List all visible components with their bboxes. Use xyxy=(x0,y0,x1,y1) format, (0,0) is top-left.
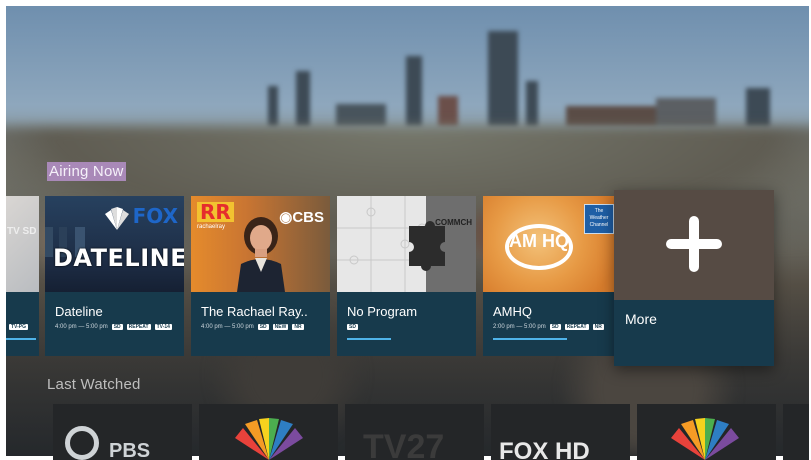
rachael-ray-small-text: rachaelray xyxy=(197,224,226,230)
badge-rating: NR xyxy=(292,324,304,330)
card-info: TV-PG xyxy=(6,292,39,356)
more-button[interactable]: More xyxy=(614,190,774,366)
last-watched-tile-nbc-2[interactable] xyxy=(637,404,776,460)
program-card-dateline[interactable]: FOX DATELINE Dateline 4:00 pm — 5:00 pm … xyxy=(45,196,184,356)
card-info: The Rachael Ray.. 4:00 pm — 5:00 pm SD N… xyxy=(191,292,330,356)
host-photo xyxy=(237,217,285,292)
progress-bar xyxy=(347,338,391,340)
channel-name: PBS xyxy=(109,440,151,460)
program-thumbnail: TV SD xyxy=(6,196,39,292)
badge-status: REPEAT xyxy=(564,324,589,330)
card-info: Dateline 4:00 pm — 5:00 pm SD REPEAT TV-… xyxy=(45,292,184,356)
card-meta: 2:00 pm — 5:00 pm SD REPEAT NR xyxy=(493,324,604,330)
airing-now-title: Airing Now xyxy=(47,162,126,181)
program-card-no-program[interactable]: COMMCH No Program SD xyxy=(337,196,476,356)
amhq-logo: AM HQ xyxy=(505,224,573,270)
progress-bar xyxy=(493,338,567,340)
program-card-partial[interactable]: TV SD TV-PG xyxy=(6,196,39,356)
last-watched-tile-fox[interactable]: FOX HD xyxy=(491,404,630,460)
channel-name: FOX HD xyxy=(499,438,590,460)
badge-quality: SD xyxy=(257,324,269,330)
program-thumbnail: FOX DATELINE xyxy=(45,196,184,292)
dateline-logo-text: DATELINE xyxy=(53,244,184,272)
card-time: 2:00 pm — 5:00 pm xyxy=(493,324,546,330)
more-thumbnail xyxy=(614,190,774,300)
card-meta: 4:00 pm — 5:00 pm SD NEW NR xyxy=(201,324,304,330)
last-watched-title: Last Watched xyxy=(47,376,141,393)
plus-icon-vertical xyxy=(689,216,699,272)
badge-status: REPEAT xyxy=(126,324,151,330)
card-time: 4:00 pm — 5:00 pm xyxy=(55,324,108,330)
card-title: AMHQ xyxy=(493,304,532,319)
badge-quality: SD xyxy=(347,324,358,330)
badge-quality: SD xyxy=(111,324,123,330)
program-thumbnail: RR rachaelray ◉CBS xyxy=(191,196,330,292)
card-title: No Program xyxy=(347,304,418,319)
nbc-peacock-icon xyxy=(105,207,129,230)
puzzle-graphic xyxy=(337,196,476,292)
last-watched-tile-nbc[interactable] xyxy=(199,404,338,460)
weather-channel-logo: The Weather Channel xyxy=(584,204,614,234)
nbc-peacock-icon xyxy=(235,418,303,460)
card-info: No Program SD xyxy=(337,292,476,356)
program-card-rachael-ray[interactable]: RR rachaelray ◉CBS The Rachael Ray.. 4:0… xyxy=(191,196,330,356)
channel-name: TV27 xyxy=(363,428,445,460)
badge-rating: NR xyxy=(592,324,604,330)
progress-bar xyxy=(6,338,36,340)
fox-logo: FOX xyxy=(132,204,178,228)
more-label: More xyxy=(625,311,657,327)
badge-rating: TV-14 xyxy=(154,324,172,330)
program-card-amhq[interactable]: AM HQ The Weather Channel AMHQ 2:00 pm —… xyxy=(483,196,622,356)
card-info: AMHQ 2:00 pm — 5:00 pm SD REPEAT NR xyxy=(483,292,622,356)
card-title: Dateline xyxy=(55,304,103,319)
thumb-partial-text: TV SD xyxy=(7,226,37,237)
pbs-icon xyxy=(65,426,99,460)
commch-label: COMMCH xyxy=(435,218,472,227)
last-watched-tile-partial[interactable] xyxy=(783,404,809,460)
badge-status: NEW xyxy=(272,324,289,330)
card-title: The Rachael Ray.. xyxy=(201,304,308,319)
last-watched-tile-tv27[interactable]: TV27 xyxy=(345,404,484,460)
badge-rating: TV-PG xyxy=(9,324,29,330)
program-thumbnail: COMMCH xyxy=(337,196,476,292)
program-thumbnail: AM HQ The Weather Channel xyxy=(483,196,622,292)
nbc-peacock-icon xyxy=(671,418,739,460)
badge-quality: SD xyxy=(549,324,561,330)
card-time: 4:00 pm — 5:00 pm xyxy=(201,324,254,330)
card-meta: SD xyxy=(347,324,358,330)
last-watched-tile-pbs[interactable]: PBS xyxy=(53,404,192,460)
card-meta: 4:00 pm — 5:00 pm SD REPEAT TV-14 xyxy=(55,324,172,330)
card-badges: TV-PG xyxy=(7,324,29,330)
